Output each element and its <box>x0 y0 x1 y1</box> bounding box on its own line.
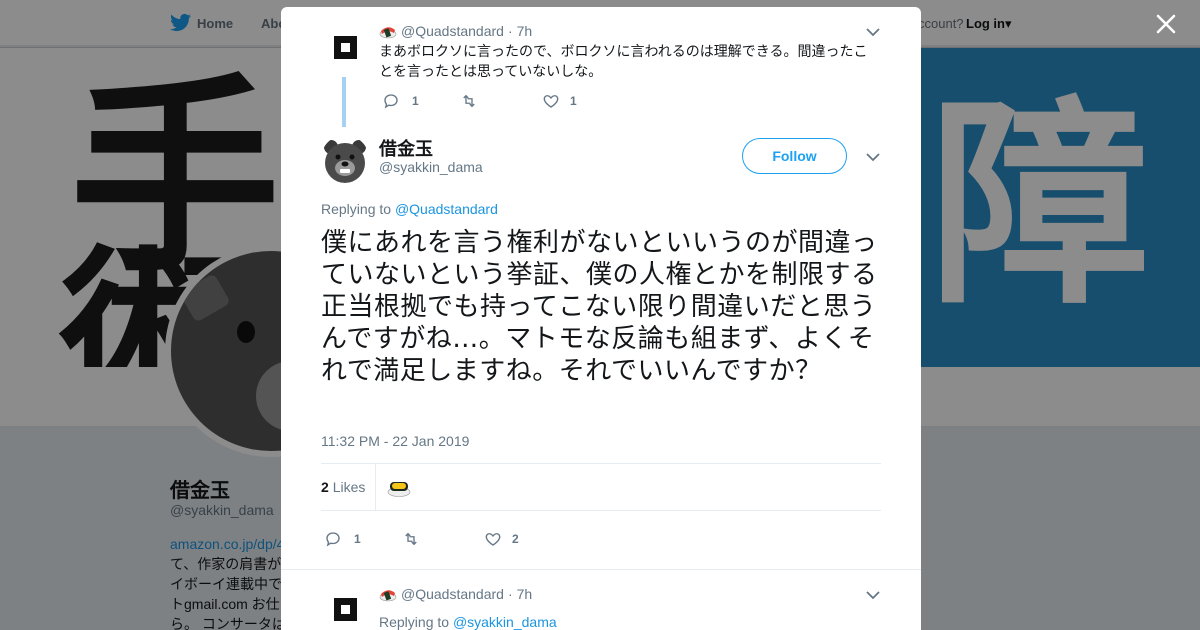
author-name[interactable]: 借金玉 <box>379 135 433 161</box>
tweet-actions: 1 1 <box>382 91 577 111</box>
tweet-actions: 1 2 <box>324 529 519 549</box>
reply-count: 1 <box>354 532 361 546</box>
context-tweet[interactable]: @Quadstandard · 7h まあボロクソに言ったので、ボロクソに言われ… <box>281 7 921 127</box>
tweet-text: 僕にあれを言う権利がないといいうのが間違っていないという挙証、僕の人権とかを制限… <box>321 228 878 386</box>
quadstandard-avatar[interactable] <box>321 585 369 630</box>
retweet-icon <box>463 94 475 108</box>
reply-count: 1 <box>412 94 419 108</box>
tweet-timestamp[interactable]: 11:32 PM - 22 Jan 2019 <box>321 433 469 449</box>
replying-to-label: Replying to <box>321 201 392 217</box>
retweet-button[interactable] <box>460 92 542 110</box>
chevron-down-icon[interactable] <box>866 27 880 37</box>
quadstandard-avatar[interactable] <box>321 23 369 71</box>
replying-to: Replying to @Quadstandard <box>321 201 498 217</box>
likes-label: Likes <box>332 479 366 495</box>
tweet-text: まあボロクソに言ったので、ボロクソに言われるのは理解できる。間違ったことを言った… <box>379 43 868 79</box>
follow-button[interactable]: Follow <box>742 138 847 174</box>
author-handle[interactable]: @syakkin_dama <box>379 159 483 175</box>
close-icon[interactable] <box>1152 10 1180 38</box>
reply-icon <box>326 532 340 547</box>
tweet-header: @Quadstandard · 7h <box>379 585 532 603</box>
sushi-liker-avatar[interactable] <box>387 476 411 498</box>
thread-connector <box>342 77 346 127</box>
sushi-emoji-icon <box>379 27 397 39</box>
like-button[interactable]: 1 <box>542 92 577 110</box>
mention-link[interactable]: @syakkin_dama <box>453 614 557 630</box>
tweet-handle[interactable]: @Quadstandard <box>401 586 504 602</box>
chevron-down-icon[interactable] <box>866 152 880 162</box>
like-button[interactable]: 2 <box>484 530 519 548</box>
stats-divider <box>375 464 376 510</box>
chevron-down-icon[interactable] <box>866 590 880 600</box>
likes-stat[interactable]: 2 Likes <box>321 479 365 495</box>
replying-to-label: Replying to <box>379 614 450 630</box>
mention-link[interactable]: @Quadstandard <box>395 201 498 217</box>
heart-icon <box>485 533 501 546</box>
retweet-button[interactable] <box>402 530 484 548</box>
tweet-handle[interactable]: @Quadstandard <box>401 23 504 39</box>
tweet-modal: @Quadstandard · 7h まあボロクソに言ったので、ボロクソに言われ… <box>281 7 921 630</box>
reply-button[interactable]: 1 <box>382 92 460 110</box>
reply-icon <box>384 94 398 109</box>
reply-tweet[interactable]: @Quadstandard · 7h Replying to @syakkin_… <box>281 569 921 630</box>
like-count: 1 <box>570 94 577 108</box>
like-count: 2 <box>512 532 519 546</box>
replying-to: Replying to @syakkin_dama <box>379 614 557 630</box>
tweet-time[interactable]: 7h <box>517 586 533 602</box>
reply-button[interactable]: 1 <box>324 530 402 548</box>
heart-icon <box>543 95 559 108</box>
tweet-header: @Quadstandard · 7h <box>379 22 532 40</box>
likes-count: 2 <box>321 479 329 495</box>
tweet-time[interactable]: 7h <box>517 23 533 39</box>
retweet-icon <box>405 532 417 546</box>
tweet-stats: 2 Likes <box>321 463 881 511</box>
syakkin-dama-avatar[interactable] <box>321 135 369 183</box>
sushi-emoji-icon <box>379 590 397 602</box>
